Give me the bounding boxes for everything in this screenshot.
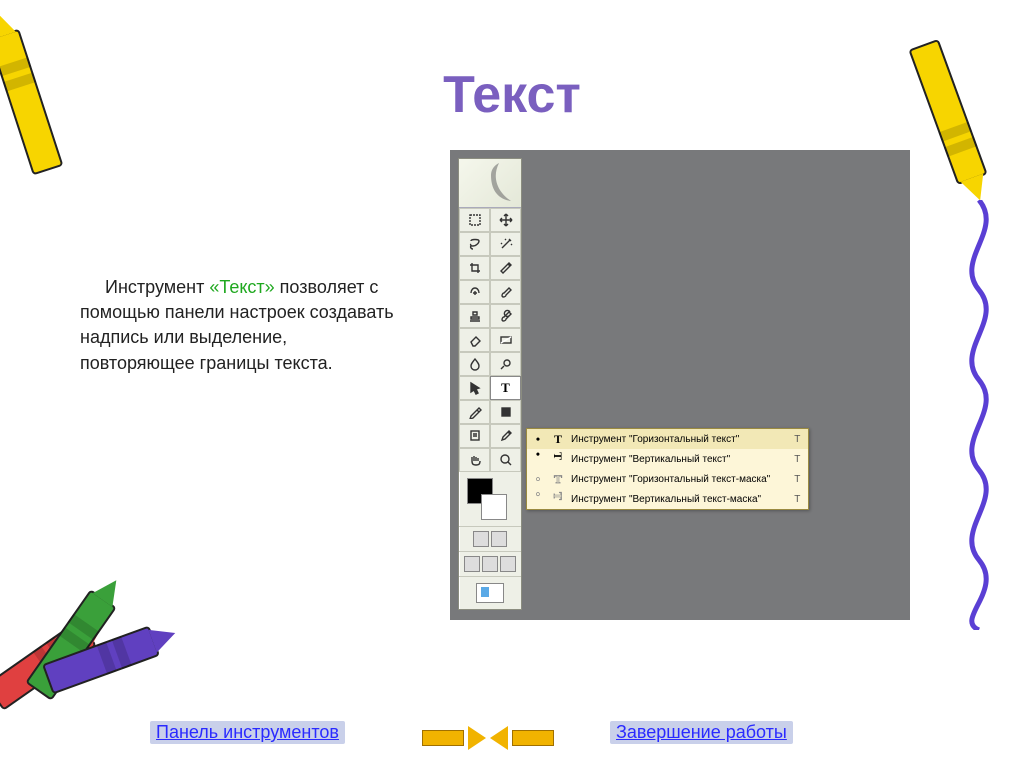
nav-next-link[interactable]: Завершение работы <box>610 721 793 744</box>
flyout-item-label: Инструмент "Вертикальный текст-маска" <box>571 494 770 505</box>
tool-history-brush[interactable] <box>490 304 521 328</box>
flyout-item-icon: • <box>531 492 545 506</box>
ps-toolbox: T <box>458 158 522 610</box>
tool-slice[interactable] <box>490 256 521 280</box>
quickmask-mode-button[interactable] <box>491 531 507 547</box>
flyout-type-icon: T <box>551 432 565 446</box>
quickmask-row <box>459 526 521 551</box>
standard-mode-button[interactable] <box>473 531 489 547</box>
tool-shape[interactable] <box>490 400 521 424</box>
flyout-item-label: Инструмент "Горизонтальный текст-маска" <box>571 474 770 485</box>
nav-prev-link[interactable]: Панель инструментов <box>150 721 345 744</box>
tool-pen[interactable] <box>459 400 490 424</box>
tool-eraser[interactable] <box>459 328 490 352</box>
tool-magic-wand[interactable] <box>490 232 521 256</box>
screenmode-standard-button[interactable] <box>464 556 480 572</box>
body-paragraph: Инструмент «Текст» позволяет с помощью п… <box>80 275 400 376</box>
flyout-item-0[interactable]: • T Инструмент "Горизонтальный текст" T <box>527 429 808 449</box>
crayon-decor-bottom-left <box>15 578 175 698</box>
flyout-type-icon: T <box>551 492 565 506</box>
screenmode-full-button[interactable] <box>500 556 516 572</box>
flyout-item-icon: • <box>531 472 545 486</box>
para-keyword: «Текст» <box>209 277 274 297</box>
screenmode-row <box>459 551 521 576</box>
tool-rect-marquee[interactable] <box>459 208 490 232</box>
photoshop-screenshot: T • T Инструмент "Горизонтальный текст" T • T… <box>450 150 910 620</box>
tool-brush[interactable] <box>490 280 521 304</box>
flyout-item-label: Инструмент "Горизонтальный текст" <box>571 434 770 445</box>
tool-type[interactable]: T <box>490 376 521 400</box>
tool-zoom[interactable] <box>490 448 521 472</box>
flyout-item-shortcut: T <box>794 474 800 485</box>
slide-title: Текст <box>0 65 1024 125</box>
para-prefix: Инструмент <box>105 277 209 297</box>
tool-path-select[interactable] <box>459 376 490 400</box>
flyout-item-shortcut: T <box>794 454 800 465</box>
flyout-item-shortcut: T <box>794 434 800 445</box>
tool-eyedropper[interactable] <box>490 424 521 448</box>
flyout-item-3[interactable]: • T Инструмент "Вертикальный текст-маска" T <box>527 489 808 509</box>
color-swatches[interactable] <box>459 472 521 526</box>
tool-hand[interactable] <box>459 448 490 472</box>
jump-to-imageready[interactable] <box>459 576 521 609</box>
nav-arrow-divider <box>422 726 554 750</box>
tool-dodge[interactable] <box>490 352 521 376</box>
toolbox-header <box>459 159 521 208</box>
background-swatch[interactable] <box>481 494 507 520</box>
tool-notes[interactable] <box>459 424 490 448</box>
flyout-item-shortcut: T <box>794 494 800 505</box>
tool-crop[interactable] <box>459 256 490 280</box>
flyout-item-icon: • <box>531 432 545 446</box>
flyout-item-label: Инструмент "Вертикальный текст" <box>571 454 770 465</box>
tool-stamp[interactable] <box>459 304 490 328</box>
flyout-type-icon: T <box>551 452 565 466</box>
flyout-item-icon: • <box>531 452 545 466</box>
squiggle-decor-right <box>949 200 1009 630</box>
screenmode-full-menu-button[interactable] <box>482 556 498 572</box>
type-tool-flyout: • T Инструмент "Горизонтальный текст" T • T Ин… <box>526 428 809 510</box>
flyout-type-icon: T <box>551 472 565 486</box>
tool-move[interactable] <box>490 208 521 232</box>
flyout-item-1[interactable]: • T Инструмент "Вертикальный текст" T <box>527 449 808 469</box>
tool-healing[interactable] <box>459 280 490 304</box>
tool-blur[interactable] <box>459 352 490 376</box>
flyout-item-2[interactable]: • T Инструмент "Горизонтальный текст-маска… <box>527 469 808 489</box>
tool-lasso[interactable] <box>459 232 490 256</box>
tool-gradient[interactable] <box>490 328 521 352</box>
